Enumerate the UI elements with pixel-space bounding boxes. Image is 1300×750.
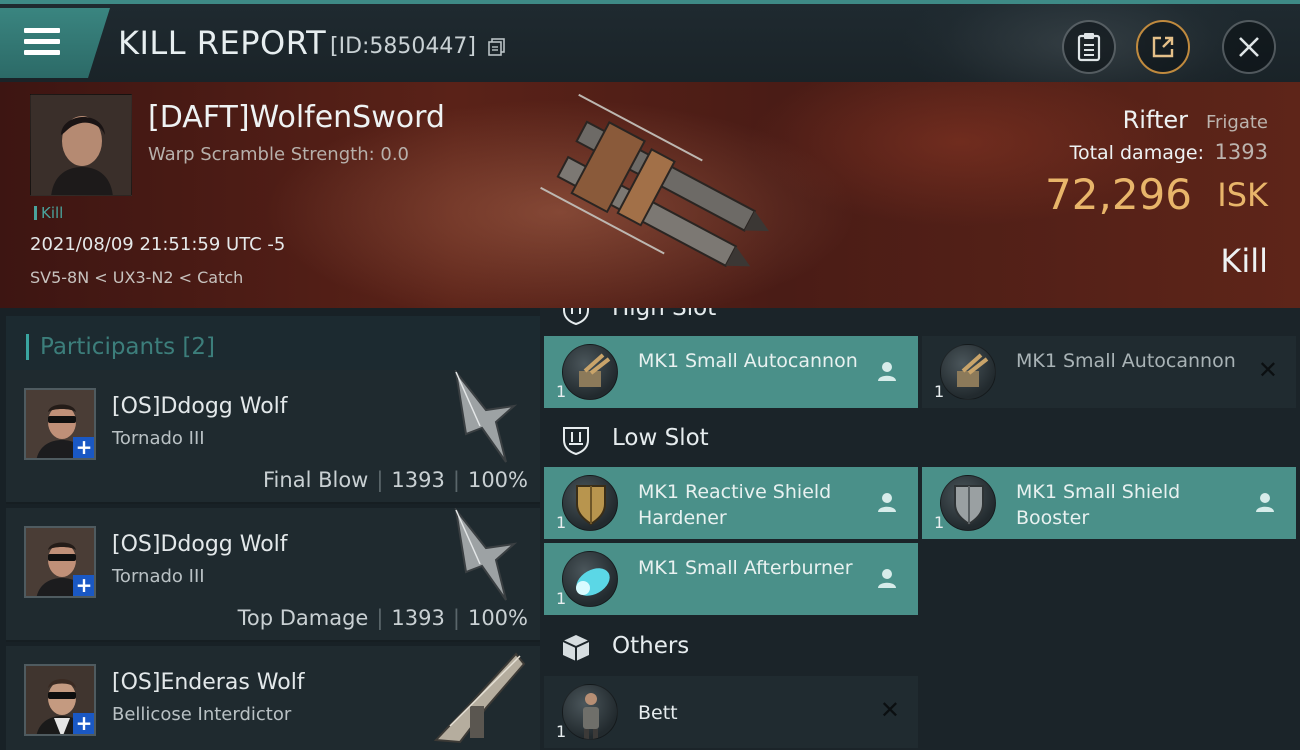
fitted-person-icon	[878, 493, 896, 512]
destroyed-x-icon: ✕	[1257, 356, 1278, 384]
participant-name[interactable]: [OS]Ddogg Wolf	[112, 394, 288, 419]
pilot-portrait-image	[31, 95, 131, 195]
module-quantity: 1	[934, 382, 945, 401]
kill-location[interactable]: SV5-8N < UX3-N2 < Catch	[30, 268, 243, 287]
module-item[interactable]: 1 MK1 Small Autocannon	[544, 336, 918, 408]
fitted-person-icon	[878, 569, 896, 588]
autocannon-icon	[562, 344, 618, 400]
module-name: MK1 Small Autocannon	[1016, 350, 1236, 372]
victim-ship-class: Frigate	[1205, 112, 1268, 133]
fitted-person-icon	[878, 362, 896, 381]
participant-role: Final Blow	[263, 468, 369, 492]
participant-stats: Top Damage | 1393 | 100%	[237, 606, 528, 630]
avatar[interactable]: +	[24, 526, 96, 598]
module-item[interactable]: 1 MK1 Reactive Shield Hardener	[544, 467, 918, 539]
module-quantity: 1	[556, 589, 567, 608]
others-title: Others	[612, 633, 690, 659]
participant-row[interactable]: + [OS]Enderas Wolf Bellicose Interdictor	[6, 646, 540, 750]
kill-tag: Kill	[34, 204, 63, 222]
participant-percent: 100%	[467, 468, 528, 492]
header-bar: KILL REPORT [ID:5850447]	[0, 4, 1300, 82]
participants-heading: Participants [2]	[40, 334, 215, 360]
module-name: MK1 Reactive Shield Hardener	[638, 481, 832, 529]
module-name: MK1 Small Shield Booster	[1016, 481, 1181, 529]
victim-banner: [DAFT]WolfenSword Warp Scramble Strength…	[0, 82, 1300, 308]
participant-row[interactable]: + [OS]Ddogg Wolf Tornado III Final Blow |…	[6, 370, 540, 504]
module-item[interactable]: 1 MK1 Small Shield Booster	[922, 467, 1296, 539]
module-name: MK1 Small Afterburner	[638, 557, 853, 579]
share-button[interactable]	[1136, 20, 1190, 74]
participant-stats: Final Blow | 1393 | 100%	[263, 468, 528, 492]
menu-button[interactable]	[0, 8, 110, 78]
victim-ship-name[interactable]: Rifter	[1123, 106, 1188, 134]
high-slot-title: High Slot	[612, 308, 717, 321]
participant-ship: Bellicose Interdictor	[112, 704, 292, 725]
participants-header: Participants [2]	[6, 316, 540, 374]
kill-id: [ID:5850447]	[330, 34, 476, 59]
victim-portrait[interactable]	[30, 94, 132, 196]
module-item[interactable]: 1 MK1 Small Autocannon ✕	[922, 336, 1296, 408]
high-slot-icon	[563, 308, 589, 326]
fitting-panel: High Slot 1 MK1 Small Autocannon 1 MK1 S…	[540, 308, 1300, 750]
victim-name[interactable]: [DAFT]WolfenSword	[148, 100, 445, 135]
low-slot-section: Low Slot	[544, 414, 1294, 464]
participants-panel: Participants [2] + [OS]Ddogg Wolf Tornad…	[0, 308, 540, 750]
kill-timestamp: 2021/08/09 21:51:59 UTC -5	[30, 234, 286, 255]
module-name: Bett	[638, 702, 678, 724]
participant-damage: 1393	[391, 606, 445, 630]
afterburner-icon	[562, 551, 618, 607]
page-title: KILL REPORT	[118, 24, 327, 62]
module-quantity: 1	[556, 382, 567, 401]
close-button[interactable]	[1222, 20, 1276, 74]
clipboard-icon	[1077, 33, 1101, 62]
participant-name[interactable]: [OS]Ddogg Wolf	[112, 532, 288, 557]
share-icon	[1152, 36, 1174, 58]
avatar[interactable]: +	[24, 664, 96, 736]
shield-hardener-icon	[562, 475, 618, 531]
add-contact-icon[interactable]: +	[73, 575, 94, 596]
module-quantity: 1	[556, 513, 567, 532]
fitted-person-icon	[1256, 493, 1274, 512]
participant-damage: 1393	[391, 468, 445, 492]
participant-ship: Tornado III	[112, 566, 205, 587]
participant-ship: Tornado III	[112, 428, 205, 449]
module-quantity: 1	[934, 513, 945, 532]
low-slot-icon	[563, 427, 589, 456]
participant-name[interactable]: [OS]Enderas Wolf	[112, 670, 305, 695]
hamburger-icon	[24, 28, 60, 58]
person-figure-icon	[562, 684, 618, 740]
participant-ship-image	[454, 370, 518, 463]
shield-booster-icon	[940, 475, 996, 531]
copy-icon[interactable]	[488, 38, 506, 56]
destroyed-x-icon: ✕	[879, 696, 900, 724]
isk-value: 72,296	[1045, 170, 1192, 219]
avatar[interactable]: +	[24, 388, 96, 460]
participant-ship-image	[454, 508, 518, 601]
add-contact-icon[interactable]: +	[73, 713, 94, 734]
victim-ship-image[interactable]	[520, 90, 780, 300]
module-quantity: 1	[556, 722, 567, 741]
result-label: Kill	[1220, 242, 1268, 280]
module-item[interactable]: 1 Bett ✕	[544, 676, 918, 748]
participant-role: Top Damage	[237, 606, 369, 630]
participant-percent: 100%	[467, 606, 528, 630]
low-slot-title: Low Slot	[612, 425, 709, 451]
add-contact-icon[interactable]: +	[73, 437, 94, 458]
isk-unit: ISK	[1217, 176, 1268, 214]
close-icon	[1239, 37, 1259, 57]
warp-scramble-strength: Warp Scramble Strength: 0.0	[148, 144, 410, 165]
cargo-box-icon	[562, 635, 590, 661]
total-damage-value: 1393	[1214, 140, 1268, 164]
module-name: MK1 Small Autocannon	[638, 350, 858, 372]
participant-ship-image	[433, 652, 526, 744]
autocannon-icon	[940, 344, 996, 400]
total-damage-label: Total damage:	[1069, 142, 1204, 164]
clipboard-button[interactable]	[1062, 20, 1116, 74]
module-item[interactable]: 1 MK1 Small Afterburner	[544, 543, 918, 615]
others-section: Others	[544, 622, 1294, 672]
participant-row[interactable]: + [OS]Ddogg Wolf Tornado III Top Damage |…	[6, 508, 540, 642]
